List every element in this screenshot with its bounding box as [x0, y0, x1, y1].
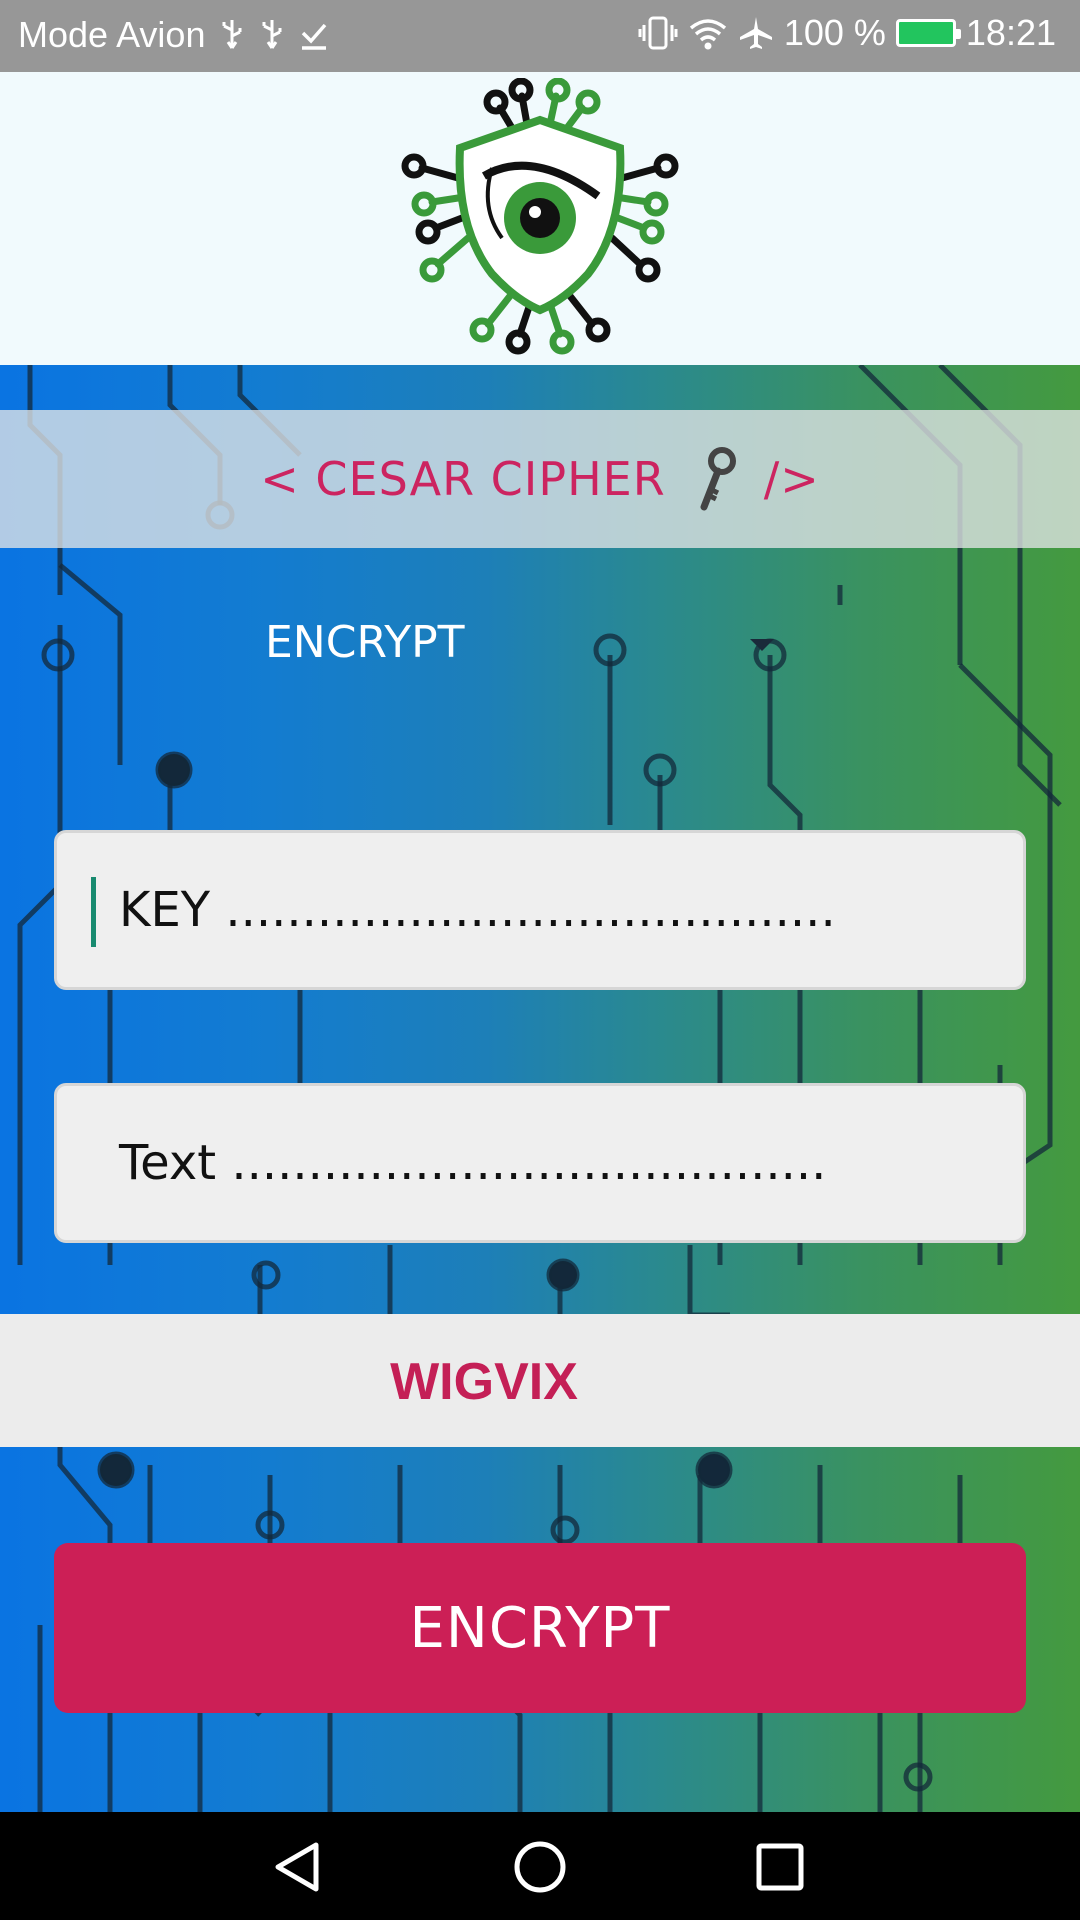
eye-shield-circuit-logo	[401, 78, 679, 355]
status-left: Mode Avion	[18, 14, 329, 56]
dropdown-arrow-icon	[750, 639, 774, 651]
vibrate-icon	[638, 15, 678, 51]
download-done-icon	[299, 19, 329, 51]
encrypt-button-label: ENCRYPT	[409, 1595, 671, 1661]
key-icon	[694, 447, 736, 511]
airplane-icon	[738, 15, 774, 51]
main-panel: < CESAR CIPHER /> ENCRYPT KEY ..........…	[0, 365, 1080, 1812]
encrypt-button[interactable]: ENCRYPT	[54, 1543, 1026, 1713]
text-input-value: Text ...................................…	[119, 1135, 827, 1191]
mode-dropdown[interactable]: ENCRYPT	[265, 607, 785, 677]
status-bar: Mode Avion 100 % 18:21	[0, 0, 1080, 72]
key-input-value: KEY ....................................…	[119, 882, 836, 938]
title-banner: < CESAR CIPHER />	[0, 410, 1080, 548]
key-input[interactable]: KEY ....................................…	[54, 830, 1026, 990]
title-open-tag: < CESAR CIPHER	[260, 452, 666, 506]
result-output: WIGVIX	[390, 1353, 578, 1411]
text-input[interactable]: Text ...................................…	[54, 1083, 1026, 1243]
recents-icon[interactable]	[740, 1832, 820, 1902]
home-icon[interactable]	[500, 1832, 580, 1902]
app-title: < CESAR CIPHER />	[260, 447, 820, 511]
battery-percent: 100 %	[783, 12, 886, 53]
system-nav-bar	[0, 1812, 1080, 1920]
status-right: 100 % 18:21	[638, 12, 1056, 54]
usb-icon	[259, 18, 285, 52]
battery-charging-icon	[895, 19, 961, 47]
wifi-icon	[688, 16, 728, 50]
result-panel: WIGVIX	[0, 1314, 1080, 1447]
status-time: 18:21	[965, 12, 1056, 53]
text-cursor	[91, 877, 96, 947]
status-mode-text: Mode Avion	[18, 14, 206, 55]
usb-icon	[219, 18, 245, 52]
back-icon[interactable]	[258, 1832, 338, 1902]
mode-selected-value: ENCRYPT	[265, 616, 465, 668]
app-header	[0, 72, 1080, 365]
title-close-tag: />	[763, 452, 820, 506]
